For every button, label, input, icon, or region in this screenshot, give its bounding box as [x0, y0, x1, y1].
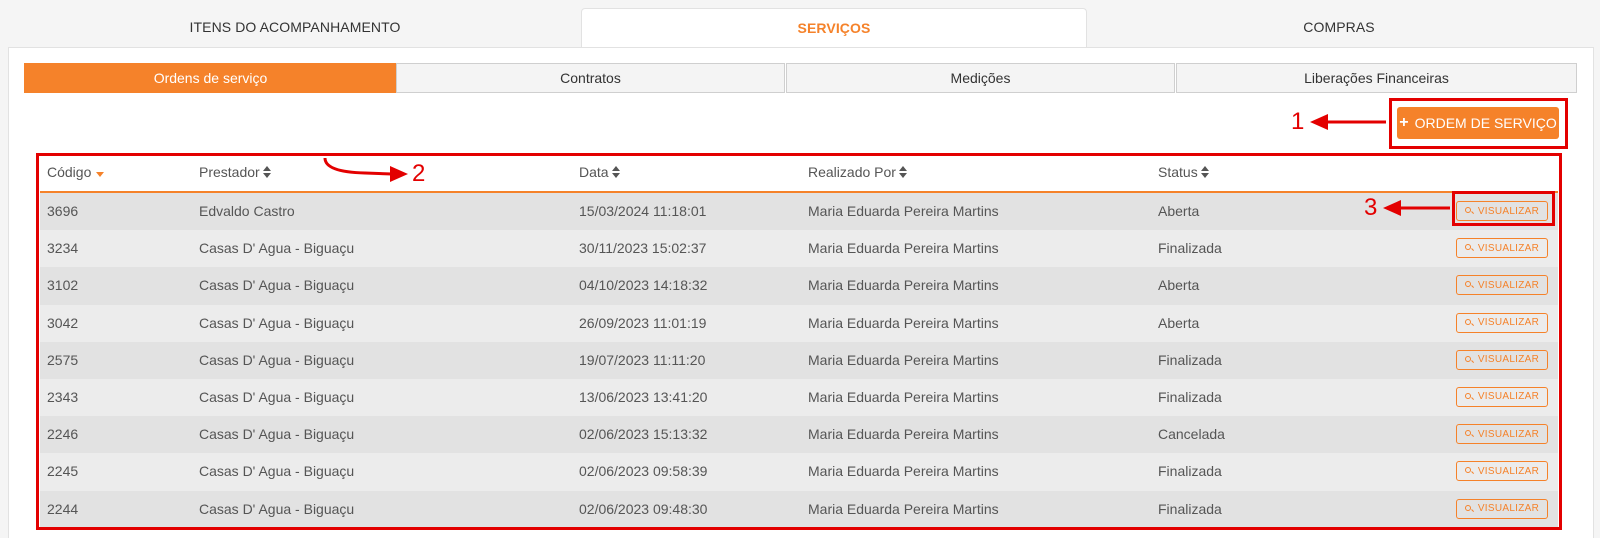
sub-tab-medicoes[interactable]: Medições [786, 63, 1175, 93]
annotation-number-1: 1 [1291, 108, 1305, 135]
sub-tab-ordens-de-servico[interactable]: Ordens de serviço [24, 63, 397, 93]
annotation-box-3 [1452, 191, 1555, 226]
tab-servicos[interactable]: SERVIÇOS [581, 8, 1087, 49]
annotation-number-3: 3 [1364, 194, 1378, 221]
top-tab-bar: ITENS DO ACOMPANHAMENTO SERVIÇOS COMPRAS [0, 0, 1600, 49]
sub-tab-contratos[interactable]: Contratos [396, 63, 785, 93]
annotation-box-1 [1389, 98, 1568, 149]
tab-compras[interactable]: COMPRAS [1086, 8, 1592, 48]
tab-itens-do-acompanhamento[interactable]: ITENS DO ACOMPANHAMENTO [40, 8, 550, 48]
annotation-box-2 [36, 153, 1562, 530]
sub-tab-liberacoes-financeiras[interactable]: Liberações Financeiras [1176, 63, 1577, 93]
annotation-number-2: 2 [412, 160, 426, 187]
sub-tab-bar: Ordens de serviço Contratos Medições Lib… [24, 63, 1577, 93]
